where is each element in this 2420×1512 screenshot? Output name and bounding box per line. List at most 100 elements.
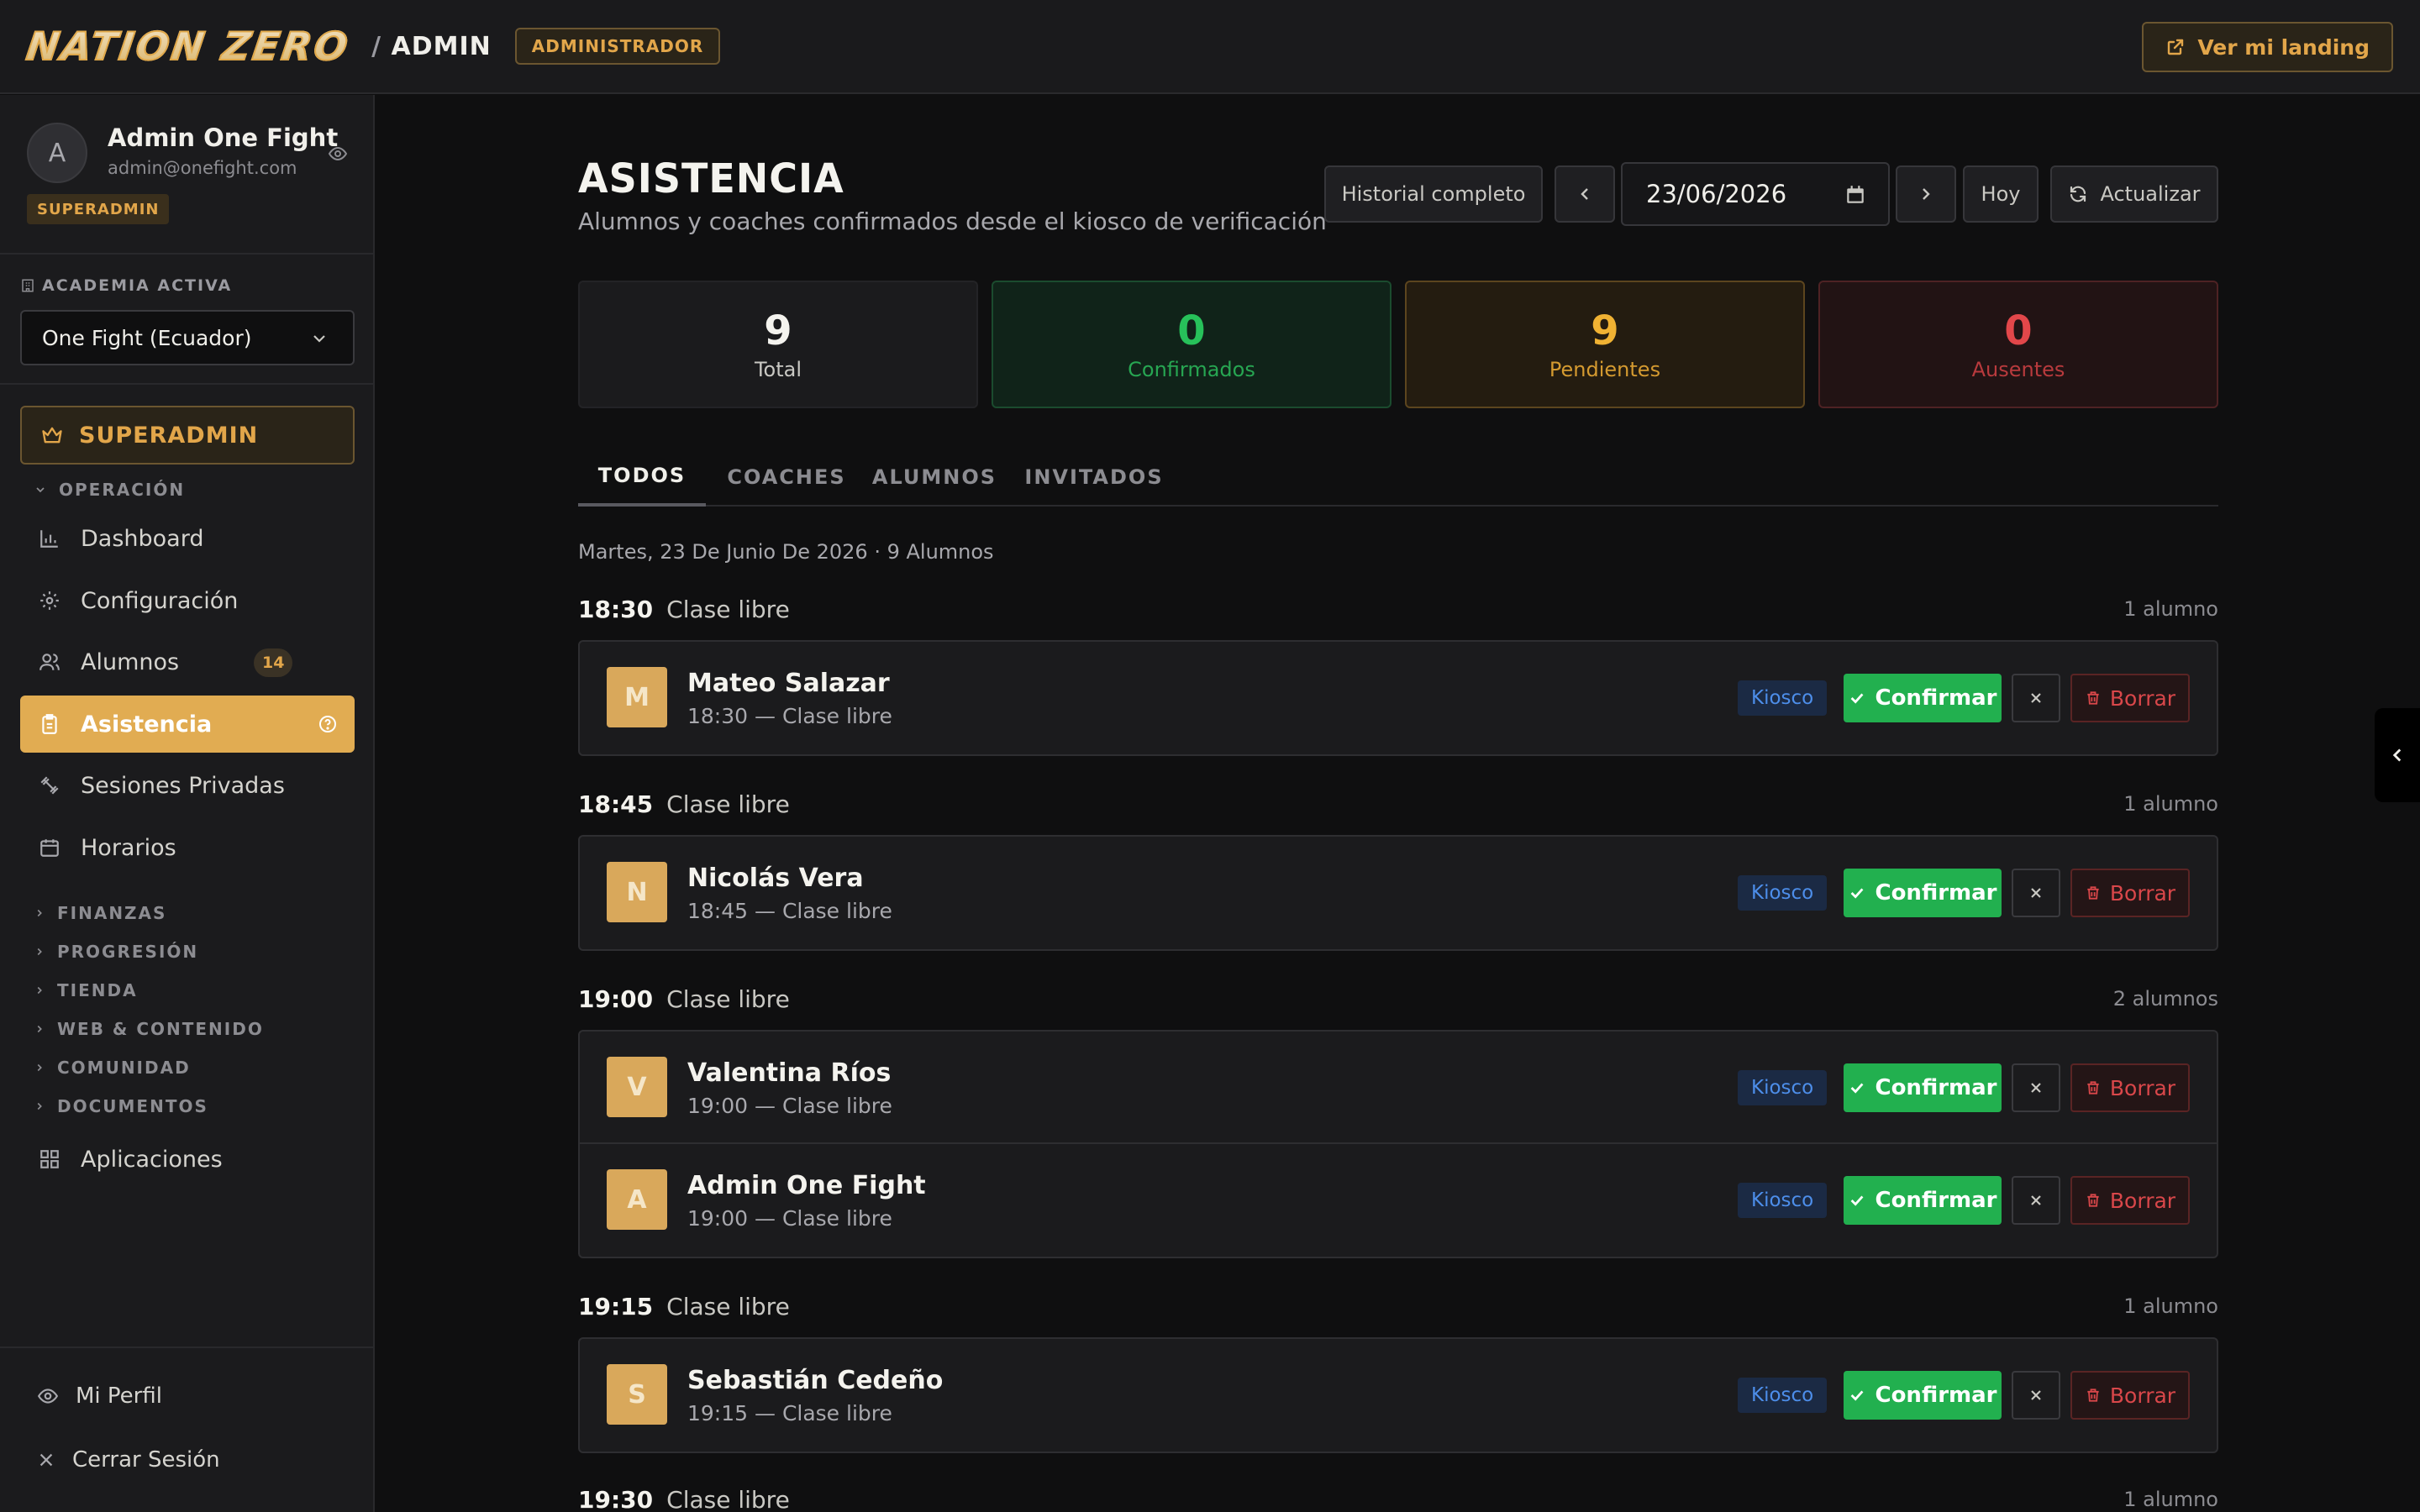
confirm-button[interactable]: Confirmar bbox=[1844, 1063, 2002, 1112]
help-circle-icon[interactable] bbox=[318, 714, 338, 740]
attendance-row: N Nicolás Vera 18:45 — Clase libre Kiosc… bbox=[580, 837, 2217, 949]
avatar[interactable]: A bbox=[27, 123, 87, 183]
group-class: Clase libre bbox=[666, 1485, 790, 1512]
source-badge: Kiosco bbox=[1738, 1183, 1828, 1218]
student-name: Sebastián Cedeño bbox=[687, 1366, 944, 1395]
users-icon bbox=[37, 649, 62, 675]
refresh-button[interactable]: Actualizar bbox=[2050, 165, 2218, 223]
attendance-card: M Mateo Salazar 18:30 — Clase libre Kios… bbox=[578, 640, 2218, 756]
history-button[interactable]: Historial completo bbox=[1324, 165, 1543, 223]
sidebar-item-alumnos[interactable]: Alumnos 14 bbox=[20, 633, 355, 690]
chevron-right-icon bbox=[37, 1025, 42, 1033]
brand-logo[interactable]: NATION ZERO bbox=[23, 23, 354, 70]
check-icon bbox=[1851, 1195, 1864, 1206]
attendance-card: S Sebastián Cedeño 19:15 — Clase libre K… bbox=[578, 1337, 2218, 1453]
grid-icon bbox=[37, 1147, 62, 1172]
my-profile-link[interactable]: Mi Perfil bbox=[37, 1383, 162, 1409]
section-operacion[interactable]: OPERACIÓN bbox=[34, 480, 185, 500]
mark-absent-button[interactable] bbox=[2012, 1176, 2060, 1225]
stat-total-label: Total bbox=[754, 358, 802, 381]
gear-icon bbox=[37, 588, 62, 613]
academy-selected-value: One Fight (Ecuador) bbox=[42, 325, 252, 350]
confirm-button[interactable]: Confirmar bbox=[1844, 1371, 2002, 1420]
student-session: 18:45 — Clase libre bbox=[687, 899, 892, 923]
mark-absent-button[interactable] bbox=[2012, 1063, 2060, 1112]
section-documentos[interactable]: DOCUMENTOS bbox=[34, 1096, 208, 1116]
source-badge: Kiosco bbox=[1738, 680, 1828, 716]
academy-select[interactable]: One Fight (Ecuador) bbox=[20, 310, 355, 365]
profile-email: admin@onefight.com bbox=[108, 158, 297, 178]
delete-button[interactable]: Borrar bbox=[2070, 869, 2190, 917]
section-finanzas[interactable]: FINANZAS bbox=[34, 903, 166, 923]
breadcrumb: / ADMIN bbox=[371, 32, 492, 61]
view-landing-button[interactable]: Ver mi landing bbox=[2142, 22, 2393, 72]
date-summary: Martes, 23 De Junio De 2026 · 9 Alumnos bbox=[578, 540, 994, 564]
page-title: ASISTENCIA bbox=[578, 154, 844, 202]
section-comunidad[interactable]: COMUNIDAD bbox=[34, 1058, 191, 1078]
chevron-left-icon bbox=[2392, 748, 2402, 762]
confirm-button[interactable]: Confirmar bbox=[1844, 869, 2002, 917]
sidebar: A Admin One Fight admin@onefight.com SUP… bbox=[0, 95, 375, 1512]
mark-absent-button[interactable] bbox=[2012, 674, 2060, 722]
tab-alumnos[interactable]: ALUMNOS bbox=[867, 448, 1002, 507]
date-input[interactable]: 23/06/2026 bbox=[1621, 162, 1890, 226]
sidebar-item-configuracion[interactable]: Configuración bbox=[20, 572, 355, 629]
superadmin-label: SUPERADMIN bbox=[79, 422, 259, 449]
attendance-row: M Mateo Salazar 18:30 — Clase libre Kios… bbox=[580, 642, 2217, 754]
time-group-header: 18:45 Clase libre 1 alumno bbox=[578, 787, 2218, 821]
confirm-button[interactable]: Confirmar bbox=[1844, 1176, 2002, 1225]
collapse-panel-button[interactable] bbox=[2375, 708, 2420, 802]
time-group-header: 19:15 Clase libre 1 alumno bbox=[578, 1289, 2218, 1323]
prev-day-button[interactable] bbox=[1555, 165, 1615, 223]
tab-coaches[interactable]: COACHES bbox=[723, 448, 850, 507]
eye-icon bbox=[37, 1389, 59, 1404]
view-landing-label: Ver mi landing bbox=[2197, 34, 2370, 60]
delete-button[interactable]: Borrar bbox=[2070, 1176, 2190, 1225]
chevron-right-icon bbox=[37, 1102, 42, 1110]
time-group-header: 18:30 Clase libre 1 alumno bbox=[578, 592, 2218, 626]
mark-absent-button[interactable] bbox=[2012, 1371, 2060, 1420]
chevron-left-icon bbox=[1581, 188, 1588, 200]
next-day-button[interactable] bbox=[1896, 165, 1956, 223]
sidebar-item-dashboard[interactable]: Dashboard bbox=[20, 510, 355, 567]
academy-label: ACADEMIA ACTIVA bbox=[20, 276, 232, 295]
section-progresion[interactable]: PROGRESIÓN bbox=[34, 942, 198, 962]
close-icon bbox=[2031, 1083, 2041, 1093]
superadmin-section-button[interactable]: SUPERADMIN bbox=[20, 406, 355, 465]
group-time: 18:30 bbox=[578, 595, 654, 623]
today-button[interactable]: Hoy bbox=[1963, 165, 2039, 223]
sidebar-item-sesiones-privadas[interactable]: Sesiones Privadas bbox=[20, 757, 355, 814]
stat-pendientes: 9 Pendientes bbox=[1405, 281, 1805, 408]
eye-icon[interactable] bbox=[328, 144, 348, 167]
calendar-icon[interactable] bbox=[1844, 184, 1866, 206]
student-name: Nicolás Vera bbox=[687, 864, 864, 893]
sidebar-item-aplicaciones[interactable]: Aplicaciones bbox=[20, 1131, 355, 1188]
attendance-row: A Admin One Fight 19:00 — Clase libre Ki… bbox=[580, 1144, 2217, 1257]
attendance-row: V Valentina Ríos 19:00 — Clase libre Kio… bbox=[580, 1032, 2217, 1144]
check-icon bbox=[1851, 1390, 1864, 1401]
page-subtitle: Alumnos y coaches confirmados desde el k… bbox=[578, 207, 1327, 235]
breadcrumb-section: ADMIN bbox=[391, 31, 492, 61]
delete-button[interactable]: Borrar bbox=[2070, 1063, 2190, 1112]
delete-button[interactable]: Borrar bbox=[2070, 1371, 2190, 1420]
sidebar-item-asistencia[interactable]: Asistencia bbox=[20, 696, 355, 753]
sidebar-item-horarios[interactable]: Horarios bbox=[20, 819, 355, 876]
tab-invitados[interactable]: INVITADOS bbox=[1018, 448, 1170, 507]
check-icon bbox=[1851, 1083, 1864, 1094]
tab-todos[interactable]: TODOS bbox=[578, 448, 706, 507]
section-web-contenido[interactable]: WEB & CONTENIDO bbox=[34, 1019, 264, 1039]
student-session: 18:30 — Clase libre bbox=[687, 704, 892, 728]
delete-button[interactable]: Borrar bbox=[2070, 674, 2190, 722]
section-tienda[interactable]: TIENDA bbox=[34, 980, 138, 1000]
source-badge: Kiosco bbox=[1738, 1378, 1828, 1413]
confirm-button[interactable]: Confirmar bbox=[1844, 674, 2002, 722]
stat-pendientes-value: 9 bbox=[1591, 307, 1619, 354]
time-group-header: 19:30 Clase libre 1 alumno bbox=[578, 1483, 2218, 1512]
superadmin-badge: SUPERADMIN bbox=[27, 194, 170, 224]
mark-absent-button[interactable] bbox=[2012, 869, 2060, 917]
attendance-card: N Nicolás Vera 18:45 — Clase libre Kiosc… bbox=[578, 835, 2218, 951]
logout-link[interactable]: Cerrar Sesión bbox=[37, 1447, 220, 1473]
time-group-header: 19:00 Clase libre 2 alumnos bbox=[578, 982, 2218, 1016]
building-icon bbox=[22, 279, 34, 292]
group-class: Clase libre bbox=[666, 595, 790, 623]
